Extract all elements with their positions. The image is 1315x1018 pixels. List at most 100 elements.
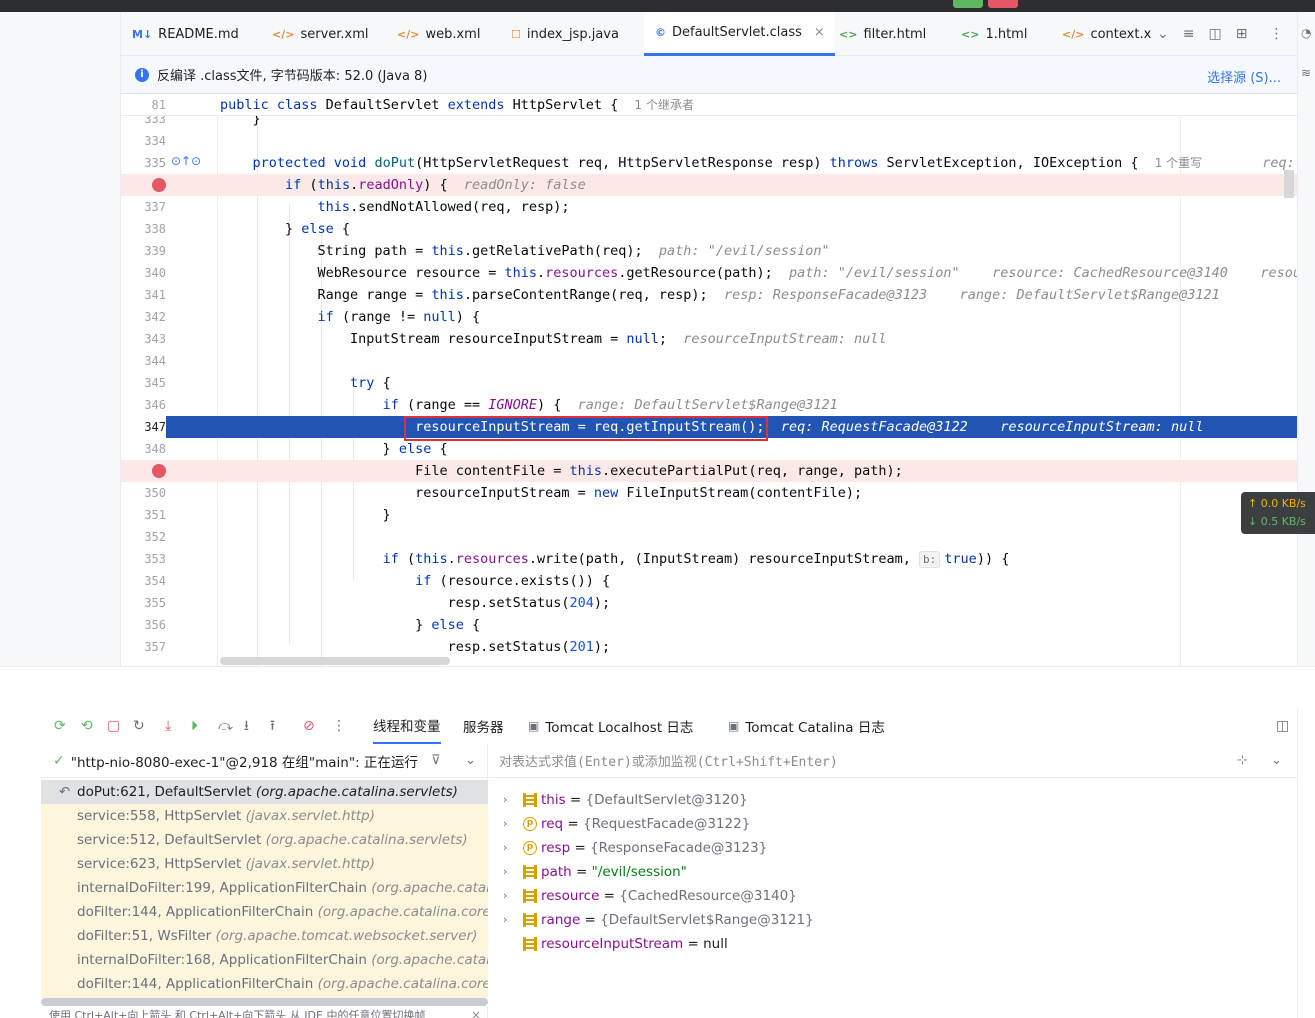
tab-7[interactable]: <> 1.html [961,12,1027,56]
evaluate-expression-field[interactable]: 对表达式求值(Enter)或添加监视(Ctrl+Shift+Enter) ⊹ ⌄ [489,744,1297,778]
tab-2[interactable]: </> server.xml [272,12,369,56]
tab-4[interactable]: ☐ index_jsp.java [511,12,619,56]
code-line[interactable]: 353 if (this.resources.write(path, (Inpu… [121,548,1297,570]
layout-icon[interactable]: ◫ [1276,718,1289,734]
code-line[interactable]: 340 WebResource resource = this.resource… [121,262,1297,284]
stack-frame[interactable]: service:623, HttpServlet (javax.servlet.… [41,852,488,876]
stack-frame[interactable]: service:558, HttpServlet (javax.servlet.… [41,804,488,828]
code-line[interactable]: 339 String path = this.getRelativePath(r… [121,240,1297,262]
variable-row[interactable]: › path = "/evil/session" [489,860,1297,884]
resume-icon[interactable]: ⏵ [191,718,198,734]
debug-more-icon[interactable]: ⋮ [332,718,346,734]
editor-horizontal-scrollbar[interactable] [220,657,450,665]
line-number[interactable]: 356 [121,614,166,636]
debug-tab-4[interactable]: ▣ Tomcat Catalina 日志 [728,708,885,744]
step-out-icon[interactable]: ⭱ [270,718,275,734]
line-number[interactable]: 353 [121,548,166,570]
tab-5[interactable]: © DefaultServlet.class × [644,12,835,56]
expand-arrow-icon[interactable]: › [503,836,507,860]
step-over-icon[interactable]: ⤓ [165,718,171,734]
code-line[interactable]: 335 ⊙↑⊙ protected void doPut(HttpServletR… [121,152,1297,174]
line-number[interactable]: 342 [121,306,166,328]
code-line[interactable]: 334 [121,130,1297,152]
split-view-icon[interactable]: ◫ [1208,26,1221,42]
code-line[interactable]: 352 [121,526,1297,548]
code-editor[interactable]: 81 public class DefaultServlet extends H… [121,94,1297,666]
code-line[interactable]: if (this.readOnly) { readOnly: false [121,174,1297,196]
run-widget[interactable] [953,0,983,8]
line-number[interactable]: 344 [121,350,166,372]
variable-row[interactable]: › resource = {CachedResource@3140} [489,884,1297,908]
tab-3[interactable]: </> web.xml [397,12,480,56]
editor-scroll-marker[interactable] [1284,170,1294,198]
tab-1[interactable]: M↓ README.md [132,12,239,56]
step-down-icon[interactable]: ⭳ [244,718,249,734]
restart-debug-icon[interactable]: ⟲ [81,718,93,734]
variable-row[interactable]: › p resp = {ResponseFacade@3123} [489,836,1297,860]
variable-row[interactable]: › p req = {RequestFacade@3122} [489,812,1297,836]
variable-row[interactable]: › this = {DefaultServlet@3120} [489,788,1297,812]
inheritors-hint[interactable]: 1 个继承者 [635,98,694,112]
code-line[interactable]: 343 InputStream resourceInputStream = nu… [121,328,1297,350]
line-number[interactable]: 334 [121,130,166,152]
breakpoint-icon[interactable] [152,464,166,478]
code-line[interactable]: 351 } [121,504,1297,526]
line-number[interactable]: 335 [121,152,166,174]
expand-arrow-icon[interactable]: › [503,884,507,908]
rerun-icon[interactable]: ⟳ [54,718,66,734]
code-line[interactable]: 356 } else { [121,614,1297,636]
code-line[interactable]: 354 if (resource.exists()) { [121,570,1297,592]
filter-icon[interactable]: ⊽ [431,753,441,768]
line-number[interactable]: 340 [121,262,166,284]
line-number[interactable]: 339 [121,240,166,262]
variable-row[interactable]: resourceInputStream = null [489,932,1297,956]
line-number[interactable]: 345 [121,372,166,394]
stop-icon[interactable]: ▢ [107,718,120,734]
overrides-hint[interactable]: 1 个重写 [1155,156,1202,170]
preview-icon[interactable]: ⊞ [1236,26,1248,42]
code-line[interactable]: 337 this.sendNotAllowed(req, resp); [121,196,1297,218]
override-marker-icon[interactable]: ⊙↑⊙ [171,154,201,168]
mute-breakpoints-icon[interactable]: ⊘ [303,718,315,734]
stack-frame[interactable]: internalDoFilter:199, ApplicationFilterC… [41,876,488,900]
line-number[interactable]: 350 [121,482,166,504]
code-line[interactable]: File contentFile = this.executePartialPu… [121,460,1297,482]
tab-8[interactable]: </> context.x [1062,12,1151,56]
code-line[interactable]: 348 } else { [121,438,1297,460]
expand-arrow-icon[interactable]: › [503,908,507,932]
line-number[interactable]: 348 [121,438,166,460]
step-into-icon[interactable]: ⤼ [218,718,233,734]
line-number[interactable]: 343 [121,328,166,350]
breakpoint-icon[interactable] [152,178,166,192]
stack-frame[interactable]: service:512, DefaultServlet (org.apache.… [41,828,488,852]
choose-source-link[interactable]: 选择源 (S)... [1207,67,1281,86]
notifications-icon[interactable]: ◔ [1301,26,1311,40]
code-line[interactable]: 345 try { [121,372,1297,394]
line-number[interactable]: 338 [121,218,166,240]
code-line[interactable]: 355 resp.setStatus(204); [121,592,1297,614]
expand-arrow-icon[interactable]: › [503,788,507,812]
line-number[interactable]: 347 [121,416,166,438]
line-number[interactable]: 341 [121,284,166,306]
recent-files-icon[interactable]: ≡ [1183,26,1195,42]
line-number[interactable]: 337 [121,196,166,218]
variable-row[interactable]: › range = {DefaultServlet$Range@3121} [489,908,1297,932]
code-line[interactable]: 344 [121,350,1297,372]
add-watch-icon[interactable]: ⊹ [1237,753,1248,768]
tab-6[interactable]: <> filter.html [839,12,926,56]
close-tab-icon[interactable]: × [814,25,825,40]
debug-tab-1[interactable]: 线程和变量 [373,708,441,744]
stack-frame[interactable]: internalDoFilter:168, ApplicationFilterC… [41,948,488,972]
refresh-icon[interactable]: ↻ [133,718,145,734]
expand-arrow-icon[interactable]: › [503,860,507,884]
line-number[interactable]: 355 [121,592,166,614]
thread-selector[interactable]: ✓ "http-nio-8080-exec-1"@2,918 在组"main":… [41,744,488,778]
line-number[interactable]: 351 [121,504,166,526]
line-number[interactable]: 346 [121,394,166,416]
stack-frame[interactable]: doFilter:144, ApplicationFilterChain (or… [41,972,488,996]
stack-frame[interactable]: doFilter:144, ApplicationFilterChain (or… [41,900,488,924]
code-line[interactable]: 346 if (range == IGNORE) { range: Defaul… [121,394,1297,416]
database-icon[interactable]: ≋ [1301,66,1311,80]
code-line[interactable]: 341 Range range = this.parseContentRange… [121,284,1297,306]
line-number[interactable]: 357 [121,636,166,658]
